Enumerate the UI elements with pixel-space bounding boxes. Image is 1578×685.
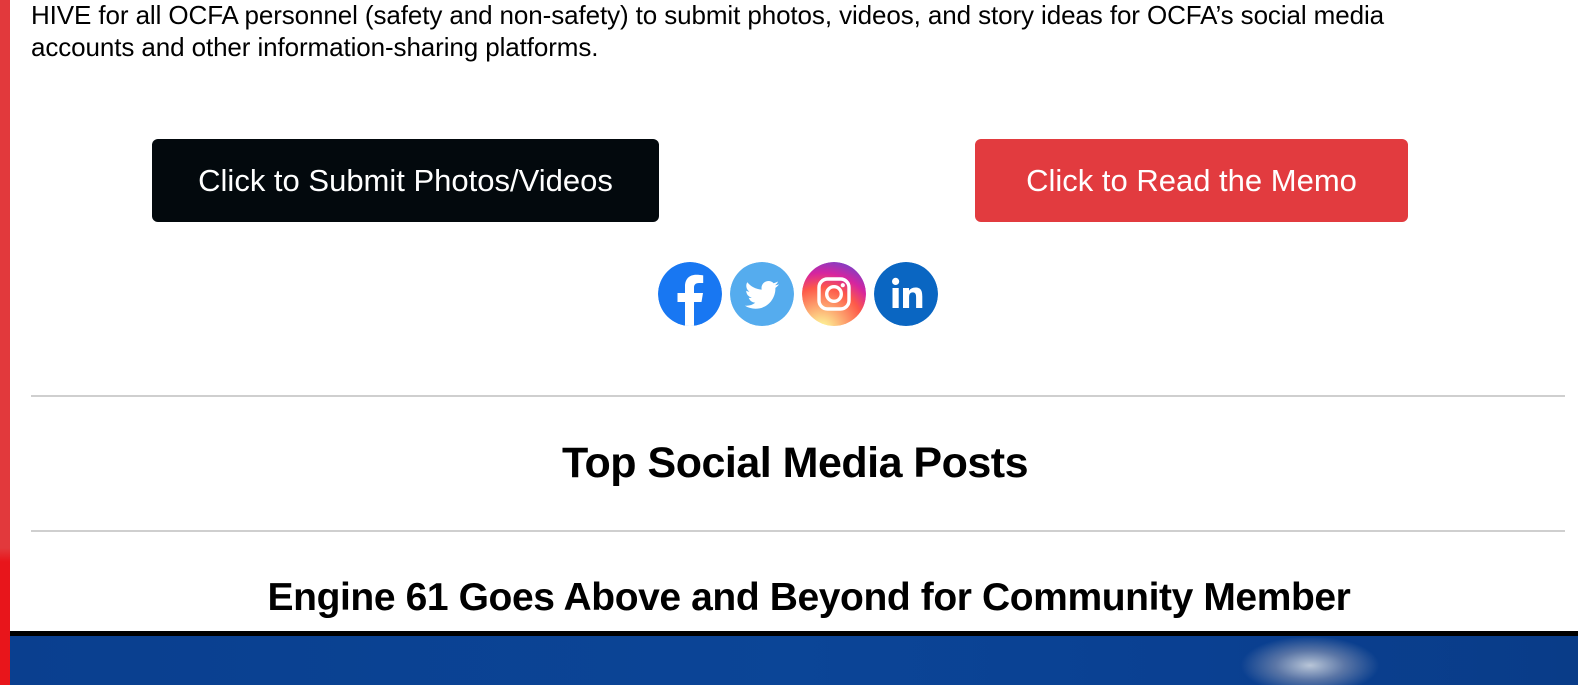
- story-image: [10, 631, 1578, 685]
- read-memo-button[interactable]: Click to Read the Memo: [975, 139, 1408, 222]
- linkedin-icon[interactable]: [874, 262, 938, 326]
- intro-line-1: HIVE for all OCFA personnel (safety and …: [31, 0, 1384, 30]
- intro-line-2: accounts and other information-sharing p…: [31, 32, 599, 62]
- divider-bottom: [31, 530, 1565, 532]
- twitter-icon[interactable]: [730, 262, 794, 326]
- story-photo: [10, 636, 1578, 685]
- submit-photos-button[interactable]: Click to Submit Photos/Videos: [152, 139, 659, 222]
- instagram-icon[interactable]: [802, 262, 866, 326]
- divider-top: [31, 395, 1565, 397]
- photo-highlight: [1240, 636, 1380, 685]
- social-icons-row: [658, 262, 938, 326]
- story-title: Engine 61 Goes Above and Beyond for Comm…: [267, 576, 1351, 619]
- top-posts-heading: Top Social Media Posts: [561, 439, 1029, 487]
- newsletter-page: HIVE for all OCFA personnel (safety and …: [0, 0, 1578, 685]
- intro-paragraph: HIVE for all OCFA personnel (safety and …: [31, 0, 1565, 63]
- facebook-icon[interactable]: [658, 262, 722, 326]
